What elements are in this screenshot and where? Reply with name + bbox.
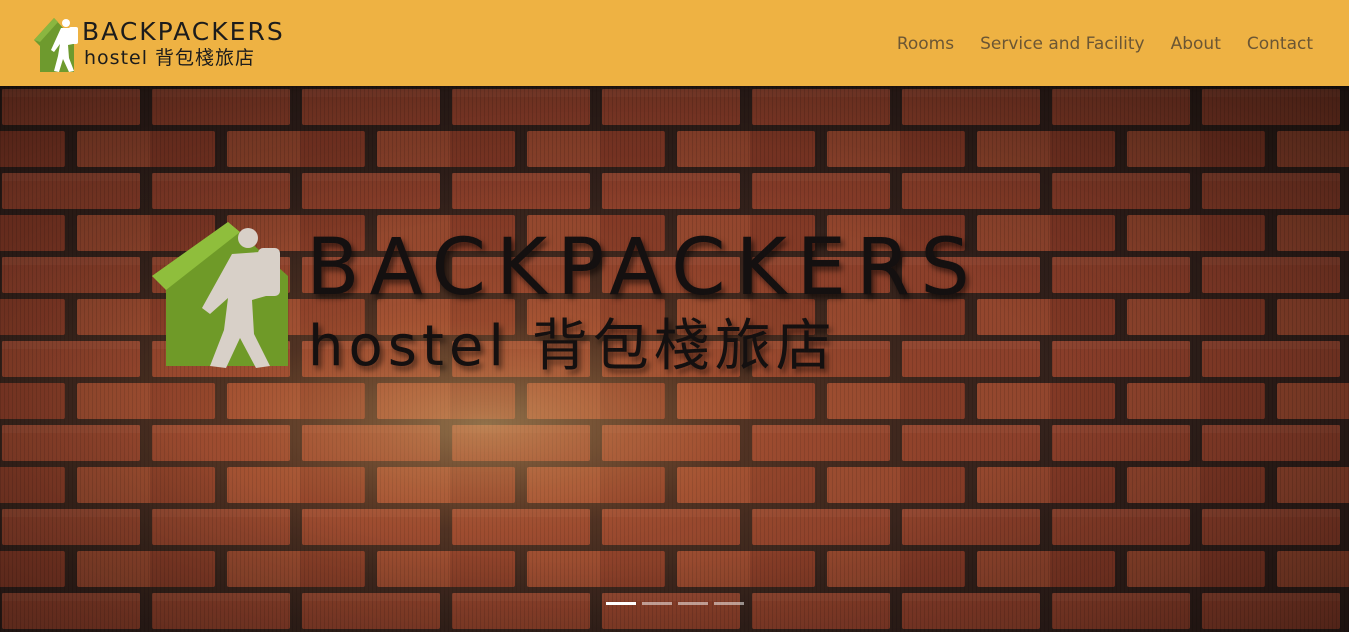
site-logo[interactable]: BACKPACKERS hostel 背包棧旅店 [32,12,292,74]
carousel-indicators [606,602,744,605]
wall-sign-subtitle: hostel 背包棧旅店 [308,314,837,379]
hero-carousel: BACKPACKERS hostel 背包棧旅店 [0,86,1349,632]
nav-rooms[interactable]: Rooms [897,32,954,56]
carousel-indicator-3[interactable] [678,602,708,605]
carousel-indicator-1[interactable] [606,602,636,605]
nav-service-and-facility[interactable]: Service and Facility [980,32,1145,56]
carousel-indicator-4[interactable] [714,602,744,605]
house-hiker-icon [34,18,78,72]
nav-about[interactable]: About [1171,32,1221,56]
nav-contact[interactable]: Contact [1247,32,1313,56]
site-header: BACKPACKERS hostel 背包棧旅店 Rooms Service a… [0,0,1349,86]
logo-title: BACKPACKERS [82,17,285,46]
main-nav: Rooms Service and Facility About Contact [897,32,1313,56]
logo-subtitle: hostel 背包棧旅店 [84,47,256,69]
wall-house-hiker-icon [152,222,288,368]
wall-sign: BACKPACKERS hostel 背包棧旅店 [148,216,978,386]
wall-sign-title: BACKPACKERS [306,223,980,313]
carousel-indicator-2[interactable] [642,602,672,605]
